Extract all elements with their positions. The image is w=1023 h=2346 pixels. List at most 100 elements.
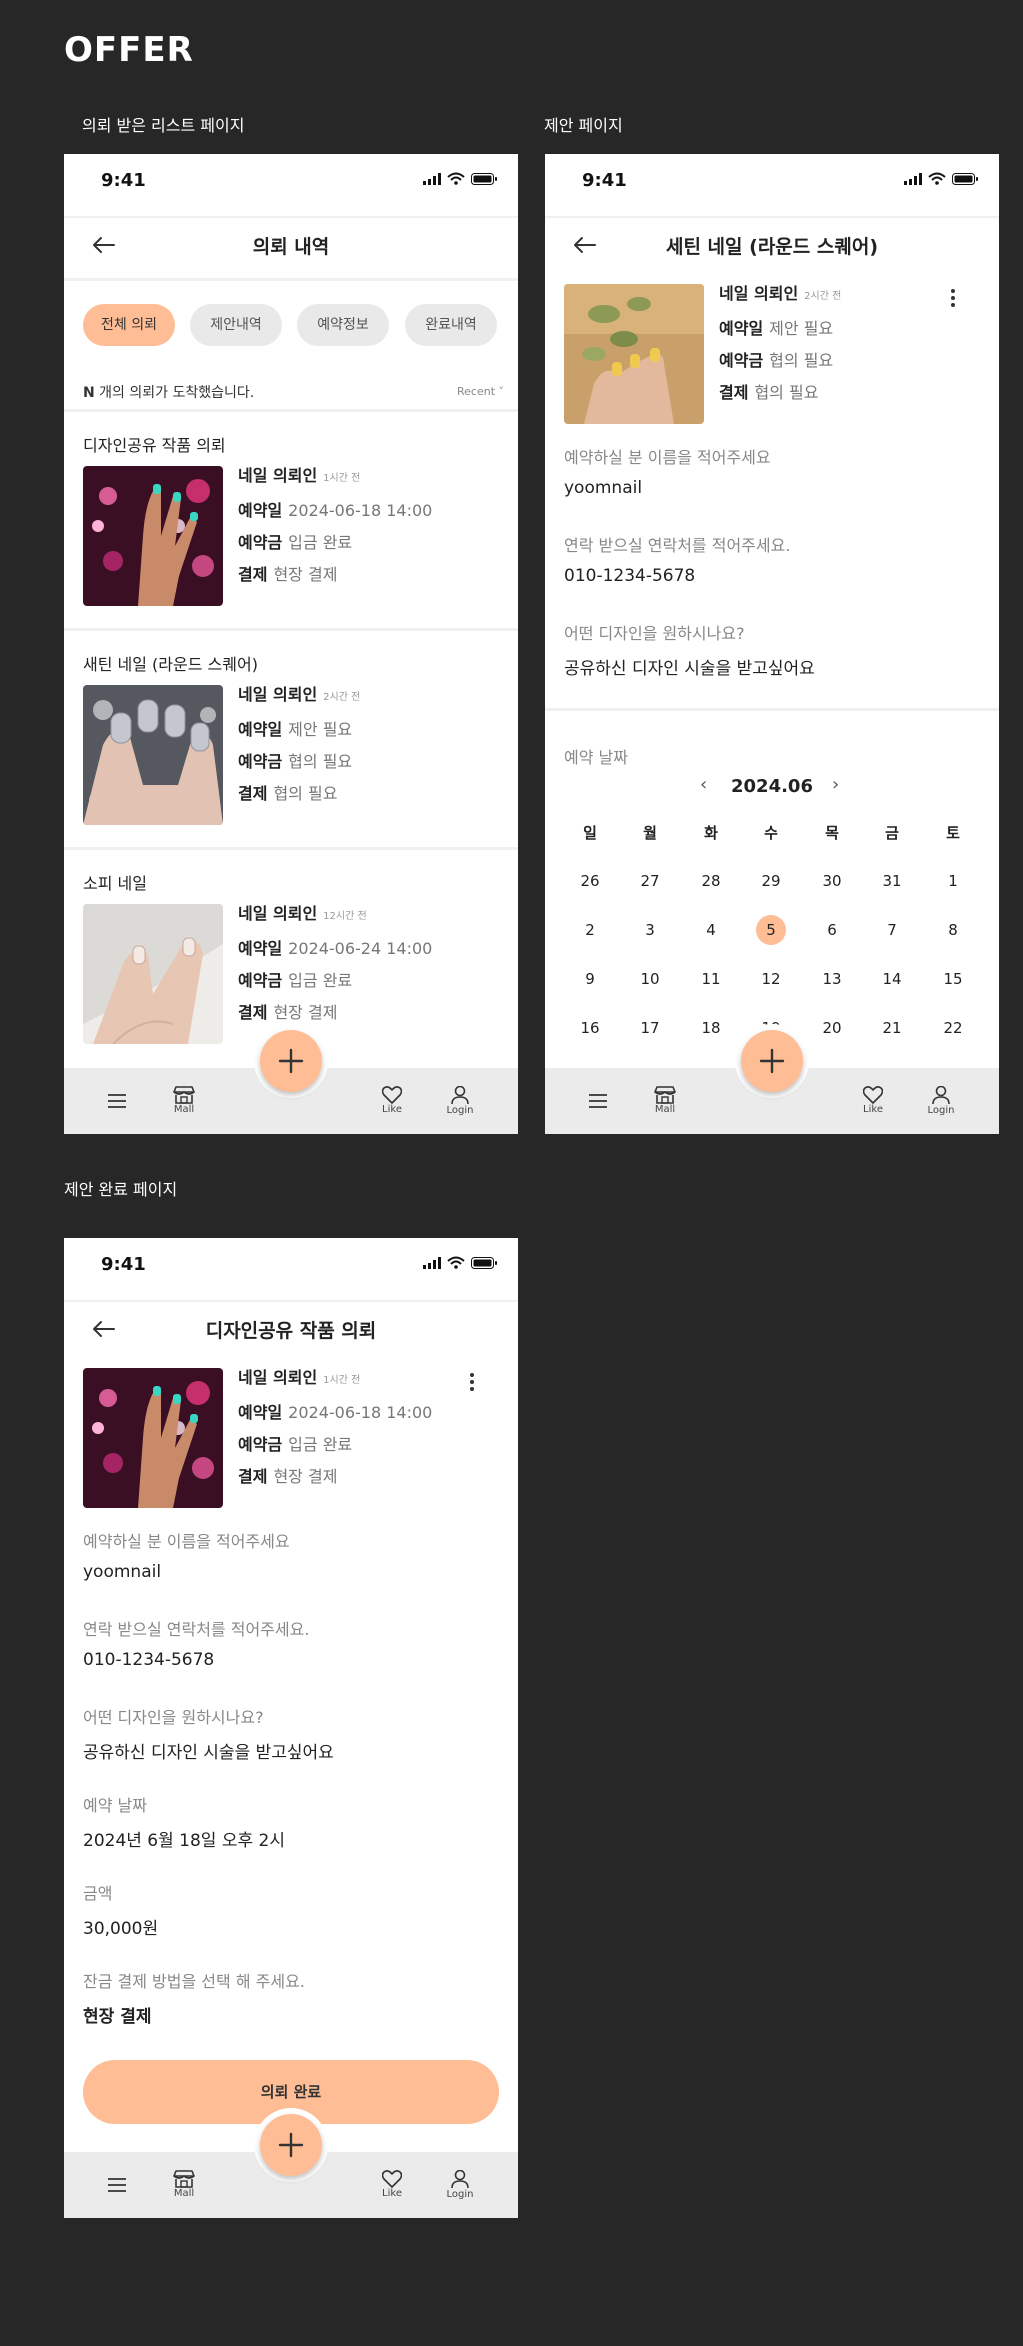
weekday-label: 일: [583, 824, 597, 842]
question-design: 어떤 디자인을 원하시나요?: [564, 624, 745, 643]
calendar-day[interactable]: 8: [923, 921, 983, 939]
signal-icon: [423, 172, 441, 185]
list-item[interactable]: 새틴 네일 (라운드 스퀘어) 네일 의뢰인 2시간 전 예약일 제안 필요 예약금…: [64, 631, 518, 849]
screen-title: 디자인공유 작품 의뢰: [205, 1320, 377, 1342]
calendar-day-selected[interactable]: 5: [741, 915, 801, 945]
calendar-day[interactable]: 11: [681, 970, 741, 988]
calendar-day[interactable]: 9: [560, 970, 620, 988]
tab-mall[interactable]: Mall: [154, 2152, 214, 2218]
nail-photo-thumbnail: [83, 466, 223, 606]
tab-like[interactable]: Like: [362, 1068, 422, 1134]
tab-label: Like: [863, 1104, 883, 1115]
calendar-day[interactable]: 17: [620, 1019, 680, 1037]
question-contact: 연락 받으실 연락처를 적어주세요.: [83, 1620, 310, 1639]
calendar-day[interactable]: 14: [862, 970, 922, 988]
prev-month-button[interactable]: ‹: [700, 774, 707, 795]
question-contact: 연락 받으실 연락처를 적어주세요.: [564, 536, 791, 555]
tab-label: Login: [446, 1105, 474, 1116]
user-icon: [451, 1086, 469, 1105]
tab-mall[interactable]: Mall: [635, 1068, 695, 1134]
calendar-day[interactable]: 6: [802, 921, 862, 939]
calendar-day[interactable]: 26: [560, 872, 620, 890]
calendar-day[interactable]: 4: [681, 921, 741, 939]
request-info: 네일 의뢰인 2시간 전 예약일 제안 필요 예약금 협의 필요 결제 협의 필요: [719, 284, 842, 402]
section-label-proposal: 제안 페이지: [544, 116, 623, 135]
next-month-button[interactable]: ›: [832, 774, 839, 795]
add-button[interactable]: [260, 1030, 322, 1092]
answer-design: 공유하신 디자인 시술을 받고싶어요: [564, 659, 815, 679]
calendar-day[interactable]: 28: [681, 872, 741, 890]
calendar-day[interactable]: 16: [560, 1019, 620, 1037]
calendar-day[interactable]: 29: [741, 872, 801, 890]
chip-all-requests[interactable]: 전체 의뢰: [83, 304, 175, 346]
weekday-label: 토: [946, 824, 960, 842]
tab-menu[interactable]: [87, 1068, 147, 1134]
battery-icon: [471, 172, 498, 185]
calendar-day[interactable]: 27: [620, 872, 680, 890]
user-icon: [451, 2170, 469, 2189]
status-time: 9:41: [101, 1254, 146, 1275]
list-screen: 9:41 의뢰 내역 전체 의뢰 제안내역 예약정보 완료내역 N 개의 의뢰가…: [64, 154, 518, 1134]
calendar-day[interactable]: 18: [681, 1019, 741, 1037]
section-label-complete: 제안 완료 페이지: [64, 1180, 178, 1199]
tab-login[interactable]: Login: [911, 1068, 971, 1134]
status-bar: 9:41: [545, 154, 999, 210]
add-button[interactable]: [741, 1030, 803, 1092]
signal-icon: [423, 1256, 441, 1269]
proposal-screen: 9:41 세틴 네일 (라운드 스퀘어) 네일 의뢰인 2시간 전 예약일 제안 필…: [545, 154, 999, 1134]
weekday-label: 월: [643, 824, 657, 842]
chip-proposals[interactable]: 제안내역: [190, 304, 282, 346]
tab-label: Mall: [654, 1104, 676, 1115]
tab-label: Mall: [173, 1104, 195, 1115]
calendar-day[interactable]: 15: [923, 970, 983, 988]
tab-like[interactable]: Like: [362, 2152, 422, 2218]
battery-icon: [952, 172, 979, 185]
menu-icon: [108, 2178, 126, 2192]
calendar-day[interactable]: 22: [923, 1019, 983, 1037]
tab-mall[interactable]: Mall: [154, 1068, 214, 1134]
tab-label: Like: [382, 1104, 402, 1115]
sort-dropdown[interactable]: Recent ˅: [457, 385, 504, 398]
more-options-icon[interactable]: [945, 286, 961, 310]
calendar-day[interactable]: 3: [620, 921, 680, 939]
item-title: 디자인공유 작품 의뢰: [83, 436, 226, 455]
tab-label: Login: [446, 2189, 474, 2200]
chip-reservations[interactable]: 예약정보: [297, 304, 389, 346]
wifi-icon: [928, 172, 946, 185]
calendar-day[interactable]: 12: [741, 970, 801, 988]
store-icon: [173, 2170, 195, 2188]
calendar-day[interactable]: 13: [802, 970, 862, 988]
status-bar: 9:41: [64, 1238, 518, 1294]
wifi-icon: [447, 1256, 465, 1269]
add-button[interactable]: [260, 2114, 322, 2176]
calendar-day[interactable]: 1: [923, 872, 983, 890]
user-icon: [932, 1086, 950, 1105]
section-label-list: 의뢰 받은 리스트 페이지: [82, 116, 245, 135]
plus-icon: [278, 1048, 304, 1074]
list-item[interactable]: 디자인공유 작품 의뢰 네일 의뢰인 1시간 전 예약일 2024-06-18 14…: [64, 412, 518, 630]
calendar-day[interactable]: 2: [560, 921, 620, 939]
calendar-day[interactable]: 31: [862, 872, 922, 890]
tab-login[interactable]: Login: [430, 1068, 490, 1134]
complete-screen: 9:41 디자인공유 작품 의뢰 네일 의뢰인 1시간 전 예약일 2024-06-…: [64, 1238, 518, 2218]
answer-contact: 010-1234-5678: [564, 566, 696, 586]
calendar-day[interactable]: 21: [862, 1019, 922, 1037]
more-options-icon[interactable]: [464, 1370, 480, 1394]
nail-photo-thumbnail: [564, 284, 704, 424]
answer-contact: 010-1234-5678: [83, 1650, 215, 1670]
tab-like[interactable]: Like: [843, 1068, 903, 1134]
tab-menu[interactable]: [87, 2152, 147, 2218]
nail-photo-thumbnail: [83, 1368, 223, 1508]
calendar-day[interactable]: 10: [620, 970, 680, 988]
plus-icon: [278, 2132, 304, 2158]
store-icon: [654, 1086, 676, 1104]
calendar-day[interactable]: 20: [802, 1019, 862, 1037]
calendar-day[interactable]: 7: [862, 921, 922, 939]
item-title: 소피 네일: [83, 874, 147, 893]
nail-photo-thumbnail: [83, 904, 223, 1044]
question-amount: 금액: [83, 1884, 113, 1903]
chip-completed[interactable]: 완료내역: [405, 304, 497, 346]
tab-menu[interactable]: [568, 1068, 628, 1134]
tab-login[interactable]: Login: [430, 2152, 490, 2218]
calendar-day[interactable]: 30: [802, 872, 862, 890]
